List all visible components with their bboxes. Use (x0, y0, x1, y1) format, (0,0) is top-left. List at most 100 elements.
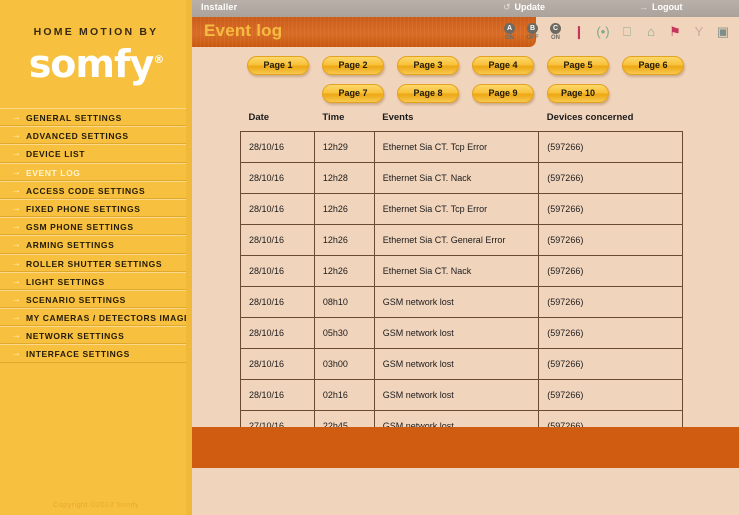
sidebar-item-general-settings[interactable]: → GENERAL SETTINGS (0, 108, 192, 127)
page-button-page-9[interactable]: Page 9 (472, 84, 534, 103)
log-cell-event: GSM network lost (373, 379, 540, 411)
zone-state-c: ON (551, 34, 560, 41)
arrow-right-icon: → (11, 239, 22, 251)
sidebar-item-device-list[interactable]: → DEVICE LIST (0, 144, 192, 163)
sidebar-item-label: LIGHT SETTINGS (26, 276, 105, 287)
arrow-right-icon: → (11, 348, 22, 360)
table-row: 28/10/16 12h26 Ethernet Sia CT. Tcp Error(… (240, 193, 683, 225)
table-row: 28/10/16 12h26 Ethernet Sia CT. General Er… (240, 224, 683, 256)
log-cell-device: (597266) (538, 131, 683, 163)
arrow-right-icon: → (11, 275, 22, 287)
log-cell-device: (597266) (538, 379, 683, 411)
sidebar-item-interface-settings[interactable]: → INTERFACE SETTINGS (0, 344, 192, 363)
zone-status-b: B OFF (521, 22, 544, 42)
sidebar-nav: → GENERAL SETTINGS → ADVANCED SETTINGS → DEVI… (0, 108, 192, 363)
remote-control-icon: ⎕ (623, 24, 631, 39)
arrow-right-icon: → (11, 257, 22, 269)
siren-signal-icon: (•) (596, 24, 610, 39)
pagination: Page 1 Page 2 Page 3 Page 4 Page 5 Page 6 Pag… (192, 47, 739, 103)
table-row: 28/10/16 03h00 GSM network lost (597266) (240, 348, 683, 380)
sidebar-item-label: ACCESS CODE SETTINGS (26, 185, 146, 196)
update-link-label: Update (514, 2, 546, 12)
column-header-time: Time (322, 112, 345, 123)
log-cell-event: Ethernet Sia CT. Nack (373, 162, 540, 194)
log-cell-time: 02h16 (313, 379, 375, 411)
sidebar-item-access-code-settings[interactable]: → ACCESS CODE SETTINGS (0, 180, 192, 199)
log-cell-time: 03h00 (313, 348, 375, 380)
log-cell-date: 28/10/16 (240, 286, 315, 318)
column-header-devices: Devices concerned (546, 112, 634, 123)
sidebar-item-network-settings[interactable]: → NETWORK SETTINGS (0, 326, 192, 345)
sidebar-item-label: ADVANCED SETTINGS (26, 131, 129, 142)
logout-link-label: Logout (652, 2, 683, 12)
sidebar-item-fixed-phone-settings[interactable]: → FIXED PHONE SETTINGS (0, 198, 192, 218)
zone-letter-a: A (504, 22, 515, 34)
app-window: HOME MOTION BY somfy® → GENERAL SETTINGS →… (0, 0, 739, 515)
sidebar-item-label: ROLLER SHUTTER SETTINGS (26, 258, 163, 269)
page-button-page-5[interactable]: Page 5 (547, 56, 609, 75)
arrow-right-icon: → (11, 112, 22, 123)
page-button-page-1[interactable]: Page 1 (247, 56, 309, 75)
zone-state-a: ON (505, 34, 514, 41)
table-body: 28/10/16 12h29 Ethernet Sia CT. Tcp Error(… (240, 131, 683, 442)
brand-tagline: HOME MOTION BY (33, 26, 159, 38)
pagination-row-1: Page 1 Page 2 Page 3 Page 4 Page 5 Page 6 (192, 56, 739, 75)
flag-icon: ⚑ (669, 24, 681, 39)
page-button-page-10[interactable]: Page 10 (547, 84, 609, 103)
log-cell-device: (597266) (538, 162, 683, 194)
column-header-date: Date (248, 112, 270, 123)
main-area: Installer ↺ Update → Logout Event log A ON B… (192, 0, 739, 515)
sidebar-item-roller-shutter-settings[interactable]: → ROLLER SHUTTER SETTINGS (0, 253, 192, 272)
page-button-page-7[interactable]: Page 7 (322, 84, 384, 103)
arrow-right-icon: → (639, 2, 648, 12)
memory-card-icon: ▣ (716, 24, 730, 39)
page-button-page-8[interactable]: Page 8 (397, 84, 459, 103)
copyright-text: Copyright ©2013 Somfy (52, 500, 140, 509)
sidebar-item-my-cameras-detectors-images[interactable]: → MY CAMERAS / DETECTORS IMAGES (0, 308, 192, 327)
sidebar-item-event-log[interactable]: → EVENT LOG (0, 162, 192, 181)
log-cell-device: (597266) (538, 193, 683, 225)
log-cell-date: 28/10/16 (240, 193, 315, 225)
log-cell-date: 28/10/16 (240, 224, 315, 256)
battery-icon: ❙ (573, 24, 585, 39)
refresh-icon: ↺ (503, 2, 511, 12)
arrow-right-icon: → (11, 130, 22, 142)
brand-registered-mark: ® (153, 53, 164, 66)
arrow-right-icon: → (11, 166, 22, 178)
table-head: Date Time Events Devices concerned (241, 112, 683, 132)
table-row: 28/10/16 05h30 GSM network lost (597266) (240, 317, 683, 349)
arrow-right-icon: → (11, 221, 22, 233)
log-cell-time: 05h30 (313, 317, 375, 349)
zone-letter-b: B (527, 22, 538, 34)
sidebar-item-advanced-settings[interactable]: → ADVANCED SETTINGS (0, 126, 192, 145)
sidebar-item-label: INTERFACE SETTINGS (26, 349, 130, 360)
event-log-table-wrap: Date Time Events Devices concerned 28/10… (240, 112, 685, 442)
sidebar-item-label: EVENT LOG (26, 167, 81, 178)
log-cell-date: 28/10/16 (240, 131, 315, 163)
page-button-page-2[interactable]: Page 2 (322, 56, 384, 75)
log-cell-device: (597266) (538, 286, 683, 318)
page-header: Event log A ON B OFF C ON ❙ (•) ⎕ ⌂ ⚑ Υ ▣ (192, 17, 739, 47)
page-button-page-4[interactable]: Page 4 (472, 56, 534, 75)
arrow-right-icon: → (11, 293, 22, 305)
log-cell-time: 08h10 (313, 286, 375, 318)
sidebar-item-label: GENERAL SETTINGS (26, 113, 122, 123)
zone-status-c: C ON (544, 22, 567, 42)
log-cell-event: GSM network lost (373, 286, 540, 318)
log-cell-device: (597266) (538, 224, 683, 256)
update-link[interactable]: ↺ Update (503, 2, 545, 13)
table-row: 28/10/16 12h26 Ethernet Sia CT. Nack (59726… (240, 255, 683, 287)
brand-logo: HOME MOTION BY somfy® (0, 0, 192, 100)
log-cell-event: Ethernet Sia CT. Tcp Error (373, 193, 540, 225)
sidebar-item-light-settings[interactable]: → LIGHT SETTINGS (0, 271, 192, 290)
sidebar-item-scenario-settings[interactable]: → SCENARIO SETTINGS (0, 289, 192, 309)
sidebar-item-arming-settings[interactable]: → ARMING SETTINGS (0, 235, 192, 254)
sidebar-item-label: NETWORK SETTINGS (26, 331, 125, 342)
page-button-page-3[interactable]: Page 3 (397, 56, 459, 75)
page-button-page-6[interactable]: Page 6 (622, 56, 684, 75)
logout-link[interactable]: → Logout (639, 2, 683, 12)
sidebar-item-gsm-phone-settings[interactable]: → GSM PHONE SETTINGS (0, 217, 192, 236)
arrow-right-icon: → (11, 148, 22, 160)
footer-bar (192, 427, 739, 468)
log-cell-device: (597266) (538, 255, 683, 287)
